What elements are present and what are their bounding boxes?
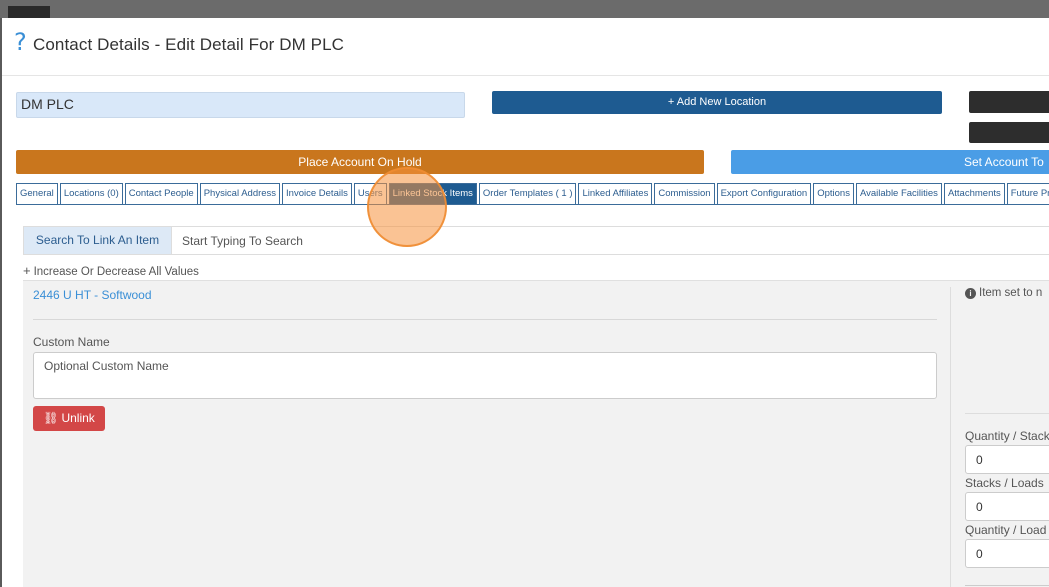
quantity-per-stack-label: Quantity / Stack: [965, 429, 1049, 443]
item-divider: [33, 319, 937, 320]
tab-linked-affiliates[interactable]: Linked Affiliates: [578, 183, 653, 204]
tab-available-facilities[interactable]: Available Facilities: [855, 183, 942, 204]
tab-physical-address[interactable]: Physical Address: [199, 183, 281, 204]
tab-linked-stock-items[interactable]: Linked Stock Items: [388, 183, 477, 204]
tab-options[interactable]: Options: [813, 183, 854, 204]
tab-users[interactable]: Users: [353, 183, 387, 204]
right-bottom-divider: [965, 585, 1049, 586]
dark-action-button-2[interactable]: [969, 122, 1049, 143]
backdrop-bar: [0, 0, 1049, 18]
tab-order-templates[interactable]: Order Templates ( 1 ): [478, 183, 577, 204]
question-mark-icon[interactable]: ?: [14, 30, 27, 54]
contact-details-modal: ? Contact Details - Edit Detail For DM P…: [2, 18, 1049, 587]
tab-bar-underline: [16, 204, 1049, 205]
custom-name-label: Custom Name: [33, 335, 110, 349]
dark-action-button-1[interactable]: [969, 91, 1049, 113]
tab-locations[interactable]: Locations (0): [59, 183, 123, 204]
modal-header: ? Contact Details - Edit Detail For DM P…: [2, 18, 1049, 76]
tab-contact-people[interactable]: Contact People: [124, 183, 198, 204]
stacks-per-load-label: Stacks / Loads: [965, 476, 1044, 490]
linked-item-panel: 2446 U HT - Softwood Custom Name ⛓Unlink…: [23, 280, 1049, 587]
right-column-separator: [950, 287, 951, 587]
search-label: Search To Link An Item: [24, 227, 171, 254]
custom-name-input[interactable]: [33, 352, 937, 399]
quantity-per-load-input[interactable]: [965, 539, 1049, 568]
item-search-row: Search To Link An Item: [23, 226, 1049, 255]
place-account-on-hold-button[interactable]: Place Account On Hold: [16, 150, 704, 174]
tab-invoice-details[interactable]: Invoice Details: [282, 183, 352, 204]
tab-general[interactable]: General: [16, 183, 58, 204]
increase-decrease-toggle[interactable]: + Increase Or Decrease All Values: [23, 263, 199, 278]
backdrop-block: [8, 6, 50, 18]
quantity-per-stack-input[interactable]: [965, 445, 1049, 474]
tab-future-pricing[interactable]: Future Pric: [1006, 183, 1049, 204]
set-account-label: Set Account To: [964, 155, 1044, 169]
tab-commission[interactable]: Commission: [654, 183, 715, 204]
info-circle-icon: i: [965, 288, 976, 299]
set-account-button[interactable]: Set Account To: [731, 150, 1049, 174]
item-info-note: i Item set to n: [965, 287, 1042, 299]
info-note-text: Item set to n: [979, 287, 1043, 299]
increase-decrease-label: Increase Or Decrease All Values: [33, 266, 199, 278]
quantity-per-load-label: Quantity / Load: [965, 523, 1047, 537]
modal-title: Contact Details - Edit Detail For DM PLC: [33, 35, 345, 54]
unlink-icon: ⛓: [43, 411, 59, 425]
tab-bar: General Locations (0) Contact People Physic…: [16, 183, 1049, 205]
unlink-button[interactable]: ⛓ Unlink: [33, 406, 105, 431]
stacks-per-load-input[interactable]: [965, 492, 1049, 521]
tab-attachments[interactable]: Attachments: [943, 183, 1005, 204]
item-search-input[interactable]: [171, 227, 1049, 254]
item-link[interactable]: 2446 U HT - Softwood: [33, 288, 152, 302]
tab-export-configuration[interactable]: Export Configuration: [716, 183, 812, 204]
unlink-label: Unlink: [61, 411, 95, 425]
plus-icon: +: [23, 263, 31, 278]
add-new-location-button[interactable]: + Add New Location: [492, 91, 942, 114]
right-divider: [965, 413, 1049, 414]
contact-name-input[interactable]: DM PLC: [16, 92, 465, 118]
